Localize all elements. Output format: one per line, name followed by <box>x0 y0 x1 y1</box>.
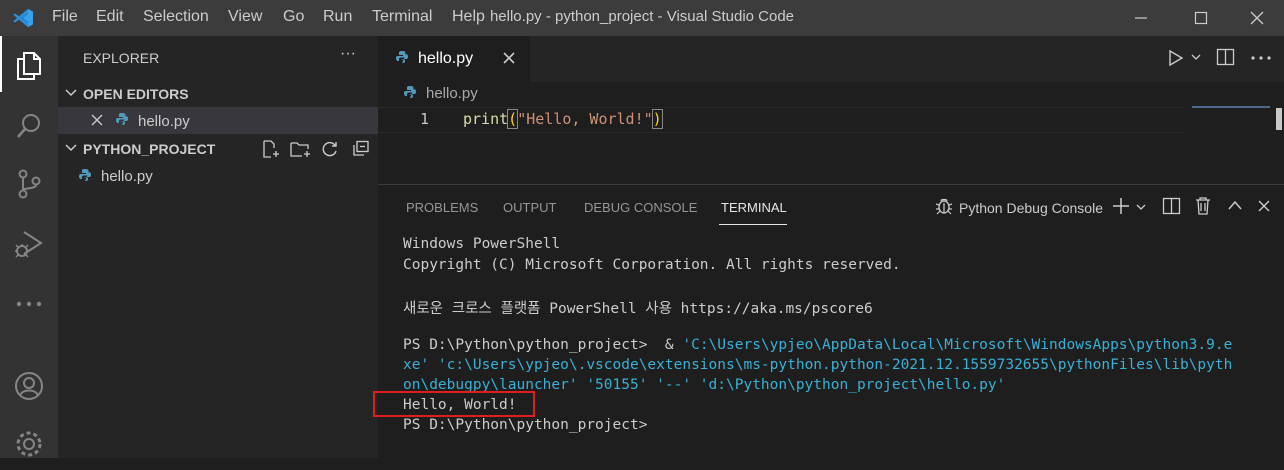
maximize-panel-icon[interactable] <box>1227 199 1243 211</box>
more-actions-icon[interactable] <box>1250 55 1272 61</box>
sidebar-more-button[interactable]: ··· <box>340 45 356 63</box>
menu-go[interactable]: Go <box>283 8 304 26</box>
close-window-button[interactable] <box>1234 0 1280 36</box>
line-number: 1 <box>420 110 430 128</box>
python-file-icon <box>395 50 409 64</box>
code-paren-open: ( <box>507 109 519 129</box>
new-file-icon[interactable] <box>261 140 281 158</box>
chevron-down-icon[interactable] <box>1135 202 1147 212</box>
tab-label: hello.py <box>418 50 474 67</box>
menu-terminal[interactable]: Terminal <box>372 8 432 26</box>
terminal-line: Copyright (C) Microsoft Corporation. All… <box>403 257 901 273</box>
refresh-icon[interactable] <box>321 140 339 158</box>
close-icon <box>1250 11 1264 25</box>
project-file-hello[interactable]: hello.py <box>101 168 153 185</box>
open-editor-item[interactable] <box>58 107 378 134</box>
run-debug-icon[interactable] <box>0 218 58 270</box>
tab-terminal[interactable]: TERMINAL <box>721 200 787 215</box>
close-panel-icon[interactable] <box>1257 199 1271 213</box>
account-icon[interactable] <box>0 360 58 412</box>
chevron-down-icon[interactable] <box>64 87 78 99</box>
menu-file[interactable]: File <box>52 8 78 26</box>
new-folder-icon[interactable] <box>290 140 312 158</box>
explorer-icon[interactable] <box>0 40 58 92</box>
terminal-prompt: PS D:\Python\python_project> & <box>403 337 683 353</box>
python-file-icon <box>403 85 417 99</box>
more-icon[interactable] <box>0 278 58 330</box>
code-function: print <box>463 110 509 128</box>
code-line[interactable]: print("Hello, World!") <box>463 109 663 129</box>
search-icon[interactable] <box>0 100 58 152</box>
chevron-down-icon[interactable] <box>64 142 78 154</box>
project-folder-header[interactable]: PYTHON_PROJECT <box>83 141 215 157</box>
source-control-icon[interactable] <box>0 158 58 210</box>
trash-icon[interactable] <box>1194 196 1212 216</box>
menu-edit[interactable]: Edit <box>96 8 124 26</box>
menu-help[interactable]: Help <box>452 8 485 26</box>
maximize-icon <box>1194 11 1208 25</box>
terminal-line: Windows PowerShell <box>403 236 561 252</box>
open-editors-header[interactable]: OPEN EDITORS <box>83 86 189 102</box>
terminal-line: 새로운 크로스 플랫폼 PowerShell 사용 https://aka.ms… <box>403 301 873 317</box>
terminal-command: 'C:\Users\ypjeo\AppData\Local\Microsoft\… <box>682 337 1233 353</box>
terminal-selector[interactable]: Python Debug Console <box>959 200 1103 216</box>
run-python-file-icon[interactable] <box>1167 49 1185 67</box>
tab-output[interactable]: OUTPUT <box>503 200 556 215</box>
window-title: hello.py - python_project - Visual Studi… <box>489 8 795 25</box>
split-editor-icon[interactable] <box>1216 48 1236 66</box>
editor-scrollbar[interactable] <box>1276 108 1282 130</box>
highlight-box <box>373 391 535 417</box>
vscode-logo-icon <box>12 8 34 28</box>
python-file-icon <box>115 112 129 126</box>
split-terminal-icon[interactable] <box>1162 197 1182 215</box>
terminal-prompt-line[interactable]: PS D:\Python\python_project> <box>403 417 647 433</box>
close-editor-icon[interactable] <box>91 114 103 126</box>
breadcrumb[interactable]: hello.py <box>426 85 478 102</box>
collapse-all-icon[interactable] <box>352 140 370 158</box>
settings-gear-icon[interactable] <box>0 418 58 470</box>
minimize-button[interactable] <box>1118 0 1164 36</box>
chevron-down-icon[interactable] <box>1190 52 1202 62</box>
minimize-icon <box>1135 17 1147 19</box>
active-tab-underline <box>719 224 787 225</box>
tab-debug-console[interactable]: DEBUG CONSOLE <box>584 200 697 215</box>
open-editor-filename: hello.py <box>138 113 190 130</box>
new-terminal-icon[interactable] <box>1112 197 1130 215</box>
debug-bug-icon <box>934 196 954 216</box>
close-tab-icon[interactable] <box>502 51 516 65</box>
tab-problems[interactable]: PROBLEMS <box>406 200 478 215</box>
maximize-button[interactable] <box>1178 0 1224 36</box>
title-bar: File Edit Selection View Go Run Terminal… <box>0 0 1284 36</box>
menu-run[interactable]: Run <box>323 8 352 26</box>
menu-view[interactable]: View <box>228 8 262 26</box>
minimap[interactable] <box>1192 106 1270 108</box>
code-paren-close: ) <box>651 109 663 129</box>
python-file-icon <box>78 168 92 182</box>
terminal-line: xe' 'c:\Users\ypjeo\.vscode\extensions\m… <box>403 357 1233 373</box>
explorer-header: EXPLORER <box>83 50 160 66</box>
menu-selection[interactable]: Selection <box>143 8 209 26</box>
code-string: "Hello, World!" <box>517 110 653 128</box>
terminal-line: PS D:\Python\python_project> & 'C:\Users… <box>403 337 1232 353</box>
